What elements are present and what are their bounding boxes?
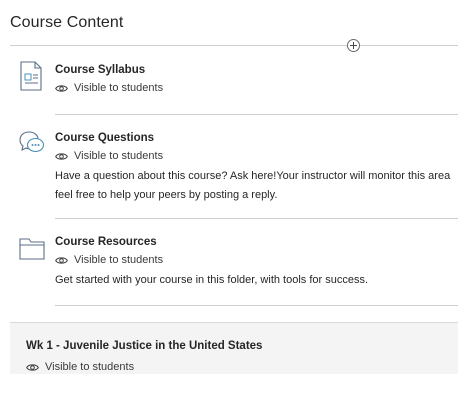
add-content-button[interactable]	[347, 39, 360, 52]
visibility-label: Visible to students	[74, 254, 164, 266]
eye-icon	[55, 256, 68, 264]
bottom-whitespace	[0, 374, 458, 408]
module-title[interactable]: Wk 1 - Juvenile Justice in the United St…	[26, 340, 262, 352]
description-line: Get started with your course in this fol…	[55, 274, 369, 286]
visibility-label: Visible to students	[74, 150, 164, 162]
visibility-label: Visible to students	[45, 361, 135, 373]
item-title[interactable]: Course Syllabus	[55, 64, 145, 76]
item-divider	[55, 218, 458, 219]
section-title: Course Content	[10, 14, 124, 31]
visibility-toggle[interactable]: Visible to students	[26, 361, 134, 373]
item-title[interactable]: Course Resources	[55, 236, 157, 248]
item-description: Have a question about this course? Ask h…	[55, 167, 455, 205]
visibility-toggle[interactable]: Visible to students	[55, 254, 163, 266]
document-icon	[20, 61, 42, 96]
visibility-toggle[interactable]: Visible to students	[55, 82, 163, 94]
discussion-icon	[19, 130, 45, 161]
folder-icon	[19, 236, 45, 265]
item-divider	[55, 305, 458, 306]
eye-icon	[55, 84, 68, 92]
header-divider	[10, 45, 458, 46]
item-divider	[55, 114, 458, 115]
eye-icon	[55, 152, 68, 160]
course-content-page: Course Content Course Syllabus Visible t…	[0, 0, 458, 408]
visibility-toggle[interactable]: Visible to students	[55, 150, 163, 162]
item-description: Get started with your course in this fol…	[55, 271, 455, 290]
description-line: Have a question about this course? Ask h…	[55, 170, 451, 182]
visibility-label: Visible to students	[74, 82, 164, 94]
eye-icon	[26, 363, 39, 371]
item-title[interactable]: Course Questions	[55, 132, 154, 144]
description-line: feel free to help your peers by posting …	[55, 189, 278, 201]
